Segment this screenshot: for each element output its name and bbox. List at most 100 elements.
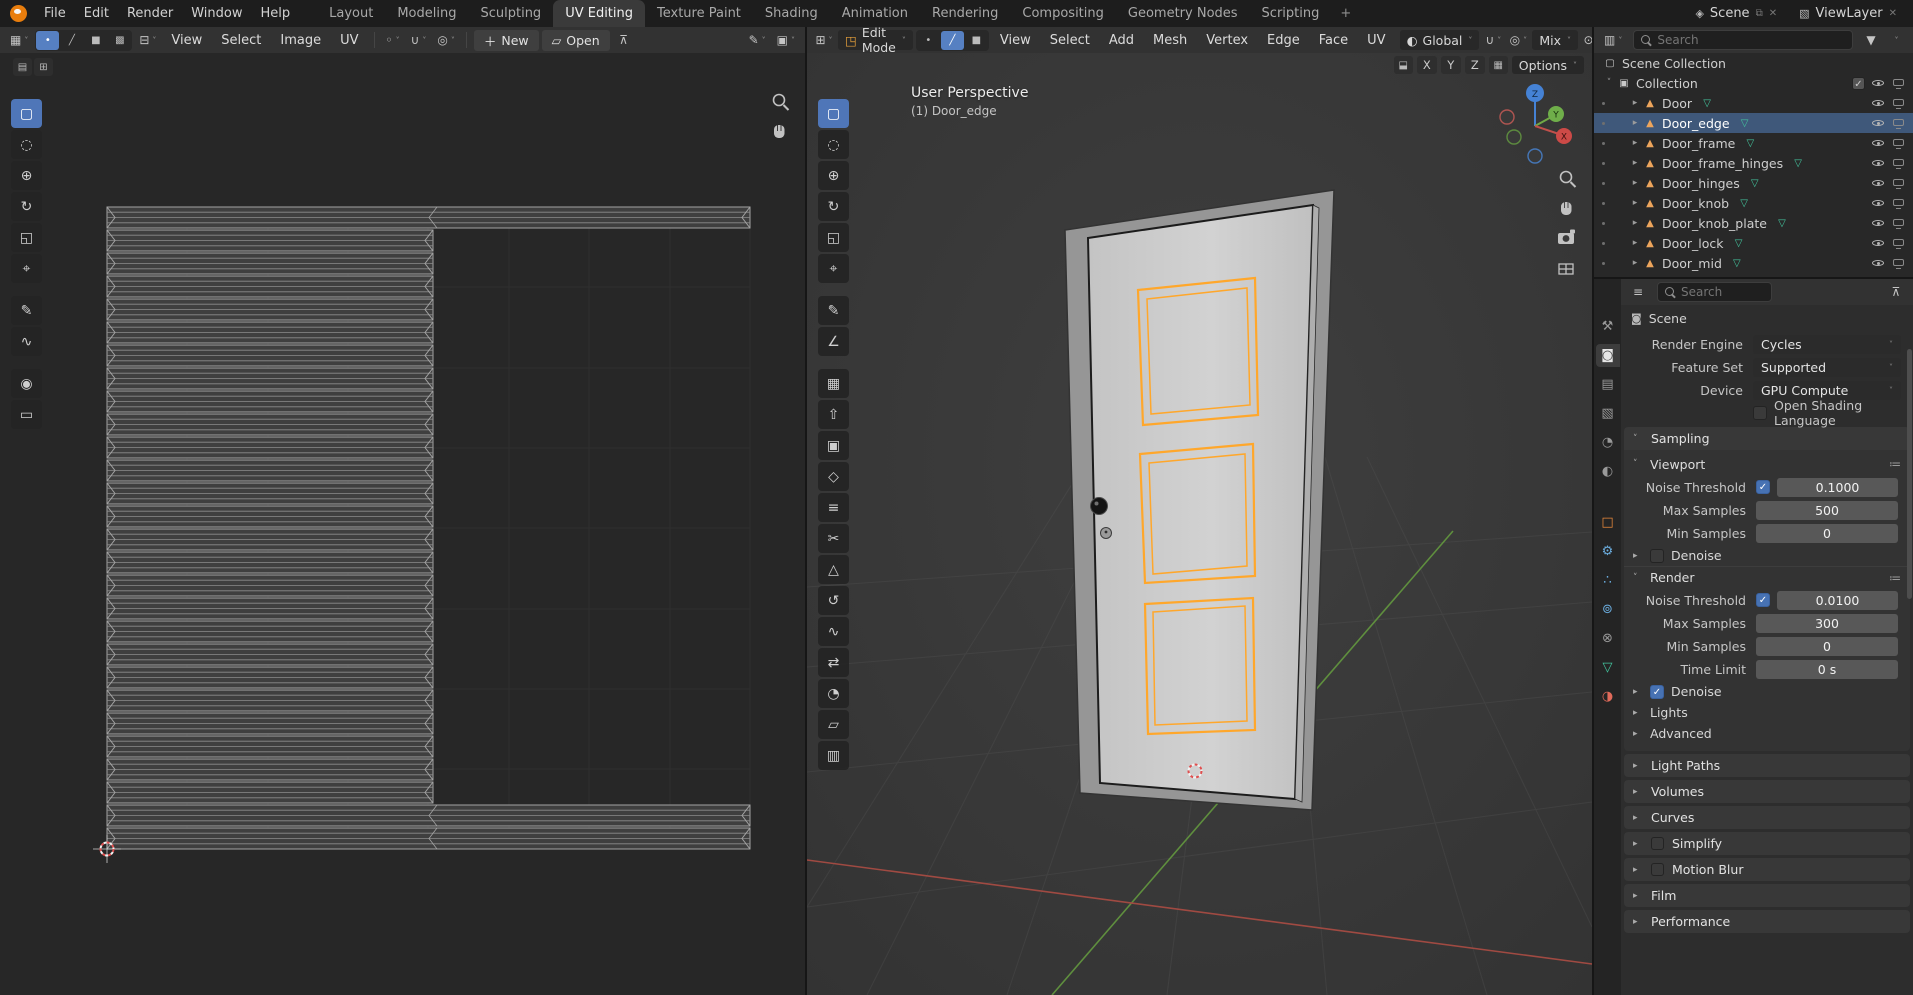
gizmo-neg-y[interactable] bbox=[1506, 129, 1522, 145]
outliner-item-door-lock[interactable]: ▸ ▲ Door_lock ▽ bbox=[1594, 233, 1913, 253]
hide-eye-icon[interactable] bbox=[1871, 256, 1885, 270]
tab-texture-paint[interactable]: Texture Paint bbox=[645, 0, 753, 27]
disclosure-icon[interactable]: ▸ bbox=[1628, 98, 1642, 108]
viewlayer-selector[interactable]: ▧ ViewLayer ✕ bbox=[1793, 4, 1903, 23]
tab-particle-properties[interactable]: ∴ bbox=[1596, 569, 1620, 592]
tool-shrink-fatten[interactable]: ◔ bbox=[818, 679, 849, 708]
hide-eye-icon[interactable] bbox=[1871, 176, 1885, 190]
uv-overlay-toggle-icon[interactable]: ▤ bbox=[13, 58, 32, 76]
tab-animation[interactable]: Animation bbox=[830, 0, 920, 27]
remove-viewlayer-icon[interactable]: ✕ bbox=[1889, 8, 1897, 19]
overlays-button[interactable]: ⊙˅ bbox=[1581, 30, 1592, 50]
viewport-canvas[interactable]: Z Y X bbox=[807, 27, 1592, 995]
hide-eye-icon[interactable] bbox=[1871, 116, 1885, 130]
properties-context-icon[interactable]: ≡ bbox=[1627, 282, 1649, 302]
outliner-item-door-frame[interactable]: ▸ ▲ Door_frame ▽ bbox=[1594, 133, 1913, 153]
vp-menu-edge[interactable]: Edge bbox=[1259, 31, 1308, 50]
tool-select-circle[interactable]: ◌ bbox=[11, 130, 42, 159]
tool-measure[interactable]: ∠ bbox=[818, 327, 849, 356]
tool-move[interactable]: ⊕ bbox=[11, 161, 42, 190]
viewport-noise-threshold-checkbox[interactable] bbox=[1756, 480, 1770, 494]
tab-constraint-properties[interactable]: ⊗ bbox=[1596, 627, 1620, 650]
image-settings-button[interactable]: ▣ ˅ bbox=[773, 30, 799, 50]
vp-menu-mesh[interactable]: Mesh bbox=[1145, 31, 1195, 50]
outliner-search[interactable] bbox=[1633, 30, 1853, 50]
curves-section-header[interactable]: ▸ Curves bbox=[1624, 806, 1910, 829]
render-denoise-checkbox[interactable] bbox=[1650, 684, 1664, 699]
uv-canvas[interactable] bbox=[0, 27, 805, 995]
tab-layout[interactable]: Layout bbox=[317, 0, 385, 27]
render-denoise-row[interactable]: ▸ Denoise bbox=[1624, 681, 1910, 702]
outliner-search-input[interactable] bbox=[1657, 33, 1846, 47]
tab-uv-editing[interactable]: UV Editing bbox=[553, 0, 646, 27]
disable-render-icon[interactable] bbox=[1892, 197, 1905, 210]
annotate-dropdown-button[interactable]: ✎ ˅ bbox=[745, 30, 770, 50]
disable-render-icon[interactable] bbox=[1892, 97, 1905, 110]
render-noise-threshold-checkbox[interactable] bbox=[1756, 593, 1770, 607]
disclosure-icon[interactable]: ▸ bbox=[1628, 158, 1642, 168]
tool-poly-build[interactable]: △ bbox=[818, 555, 849, 584]
disclosure-icon[interactable]: ˅ bbox=[1602, 78, 1616, 88]
tool-spin[interactable]: ↺ bbox=[818, 586, 849, 615]
advanced-subpanel-header[interactable]: ▸ Advanced bbox=[1624, 723, 1910, 744]
transform-orientation-dropdown[interactable]: ◐ Global ˅ bbox=[1399, 30, 1480, 50]
tool-rotate[interactable]: ↻ bbox=[818, 192, 849, 221]
tab-scripting[interactable]: Scripting bbox=[1250, 0, 1332, 27]
properties-search-input[interactable] bbox=[1681, 285, 1765, 299]
preset-menu-icon[interactable]: ≔ bbox=[1889, 571, 1901, 585]
preset-menu-icon[interactable]: ≔ bbox=[1889, 457, 1901, 471]
tool-relax[interactable]: ∿ bbox=[11, 327, 42, 356]
hide-eye-icon[interactable] bbox=[1871, 236, 1885, 250]
uv-gizmo-toggle-icon[interactable]: ⊞ bbox=[34, 58, 53, 76]
new-image-button[interactable]: ＋ New bbox=[473, 29, 539, 51]
sampling-section-header[interactable]: ˅ Sampling bbox=[1624, 427, 1910, 450]
tool-annotate[interactable]: ✎ bbox=[818, 296, 849, 325]
render-subpanel-header[interactable]: ˅ Render ≔ bbox=[1624, 566, 1910, 588]
disable-render-icon[interactable] bbox=[1892, 157, 1905, 170]
editor-type-button[interactable]: ▦ ˅ bbox=[6, 30, 32, 50]
collection-checkbox[interactable] bbox=[1852, 76, 1865, 90]
outliner-item-door-mid[interactable]: ▸ ▲ Door_mid ▽ bbox=[1594, 253, 1913, 273]
simplify-section-header[interactable]: ▸ Simplify bbox=[1624, 832, 1910, 855]
tab-modifier-properties[interactable]: ⚙ bbox=[1596, 540, 1620, 563]
mirror-x-button[interactable]: X bbox=[1416, 56, 1437, 74]
tab-compositing[interactable]: Compositing bbox=[1010, 0, 1116, 27]
menu-render[interactable]: Render bbox=[118, 3, 182, 24]
tool-select-box[interactable]: ▢ bbox=[11, 99, 42, 128]
menu-file[interactable]: File bbox=[35, 3, 75, 24]
viewport-noise-threshold-field[interactable]: 0.1000 bbox=[1777, 477, 1898, 497]
tool-cursor[interactable]: ⌖ bbox=[11, 254, 42, 283]
outliner-item-door[interactable]: ▸ ▲ Door ▽ bbox=[1594, 93, 1913, 113]
vp-menu-face[interactable]: Face bbox=[1311, 31, 1356, 50]
render-noise-threshold-field[interactable]: 0.0100 bbox=[1777, 590, 1898, 610]
snap-button[interactable]: ∪ ˅ bbox=[1482, 30, 1504, 50]
time-limit-field[interactable]: 0 s bbox=[1756, 659, 1898, 679]
disclosure-icon[interactable]: ▸ bbox=[1628, 138, 1642, 148]
tool-grab[interactable]: ◉ bbox=[11, 369, 42, 398]
tool-extrude[interactable]: ⇧ bbox=[818, 400, 849, 429]
disable-render-icon[interactable] bbox=[1892, 137, 1905, 150]
disable-render-icon[interactable] bbox=[1892, 217, 1905, 230]
disable-render-icon[interactable] bbox=[1892, 257, 1905, 270]
tool-edge-slide[interactable]: ⇄ bbox=[818, 648, 849, 677]
motion-blur-section-header[interactable]: ▸ Motion Blur bbox=[1624, 858, 1910, 881]
properties-pin-icon[interactable]: ⊼ bbox=[1885, 282, 1907, 302]
pin-icon[interactable]: ⊼ bbox=[613, 30, 635, 50]
tool-add-cube[interactable]: ▦ bbox=[818, 369, 849, 398]
disable-render-icon[interactable] bbox=[1892, 117, 1905, 130]
uv-menu-image[interactable]: Image bbox=[272, 31, 329, 50]
tool-shear[interactable]: ▱ bbox=[818, 710, 849, 739]
vp-menu-select[interactable]: Select bbox=[1042, 31, 1098, 50]
vertex-select-icon[interactable]: • bbox=[917, 31, 940, 50]
disclosure-icon[interactable]: ▸ bbox=[1628, 178, 1642, 188]
tool-rotate[interactable]: ↻ bbox=[11, 192, 42, 221]
viewport-min-samples-field[interactable]: 0 bbox=[1756, 523, 1898, 543]
outliner-item-collection[interactable]: ˅ ▣ Collection bbox=[1594, 73, 1913, 93]
viewport-denoise-checkbox[interactable] bbox=[1650, 548, 1664, 563]
tab-material-properties[interactable]: ◑ bbox=[1596, 685, 1620, 708]
tab-view-layer-properties[interactable]: ▧ bbox=[1596, 402, 1620, 425]
outliner-item-door-knob[interactable]: ▸ ▲ Door_knob ▽ bbox=[1594, 193, 1913, 213]
outliner-item-door-edge[interactable]: ▸ ▲ Door_edge ▽ bbox=[1594, 113, 1913, 133]
simplify-checkbox[interactable] bbox=[1651, 837, 1664, 850]
tool-loop-cut[interactable]: ≡ bbox=[818, 493, 849, 522]
